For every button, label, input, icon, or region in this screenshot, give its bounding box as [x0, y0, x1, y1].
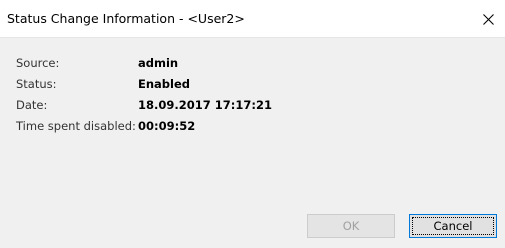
time-disabled-value: 00:09:52: [138, 119, 196, 133]
status-change-dialog: Status Change Information - <User2> Sour…: [0, 0, 505, 248]
status-value: Enabled: [138, 77, 191, 91]
ok-button[interactable]: OK: [307, 214, 395, 238]
time-disabled-label: Time spent disabled:: [16, 119, 136, 133]
date-value: 18.09.2017 17:17:21: [138, 98, 272, 112]
close-button[interactable]: [471, 0, 505, 38]
date-row: Date: 18.09.2017 17:17:21: [0, 98, 505, 115]
close-icon: [483, 14, 494, 25]
source-value: admin: [138, 56, 179, 70]
status-label: Status:: [16, 77, 57, 91]
source-label: Source:: [16, 56, 60, 70]
cancel-button[interactable]: Cancel: [409, 214, 497, 238]
title-bar: Status Change Information - <User2>: [0, 0, 505, 38]
date-label: Date:: [16, 98, 48, 112]
time-disabled-row: Time spent disabled: 00:09:52: [0, 119, 505, 136]
window-title: Status Change Information - <User2>: [7, 11, 245, 26]
source-row: Source: admin: [0, 56, 505, 73]
status-row: Status: Enabled: [0, 77, 505, 94]
